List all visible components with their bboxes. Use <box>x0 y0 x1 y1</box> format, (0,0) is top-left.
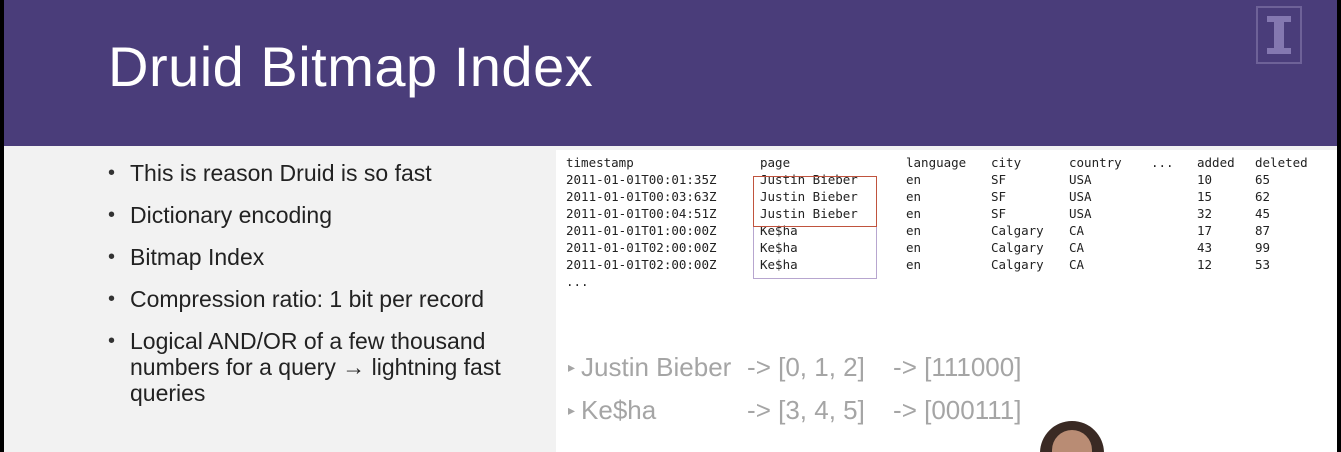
table-cell: SF <box>991 172 1007 187</box>
bullet-item: • Logical AND/OR of a few thousand number… <box>104 328 554 406</box>
table-cell: en <box>906 189 922 204</box>
table-row: 2011-01-01T02:00:00Z Ke$ha en Calgary CA… <box>566 239 1315 256</box>
table-cell: en <box>906 172 922 187</box>
column-header: ... <box>1151 155 1174 170</box>
table-row: 2011-01-01T00:01:35Z Justin Bieber en SF… <box>566 171 1315 188</box>
table-cell: 2011-01-01T00:04:51Z <box>566 206 717 221</box>
column-header: page <box>760 155 791 170</box>
table-cell: SF <box>991 206 1007 221</box>
bullet-dot: • <box>108 204 116 226</box>
table-cell <box>1151 239 1197 256</box>
table-cell <box>1151 205 1197 222</box>
table-cell: 2011-01-01T01:00:00Z <box>566 223 717 238</box>
bullet-dot: • <box>108 288 116 310</box>
bullet-item: • This is reason Druid is so fast <box>104 160 554 186</box>
kesha-highlight-box <box>753 227 877 279</box>
table-cell: USA <box>1069 189 1092 204</box>
table-cell: 62 <box>1255 189 1271 204</box>
column-header: city <box>991 155 1022 170</box>
mapping-bitmap: -> [111000] <box>893 352 1022 382</box>
table-cell: CA <box>1069 240 1085 255</box>
table-row: 2011-01-01T01:00:00Z Ke$ha en Calgary CA… <box>566 222 1315 239</box>
table-cell: en <box>906 240 922 255</box>
column-header: language <box>906 155 967 170</box>
table-cell: 65 <box>1255 172 1271 187</box>
table-cell: Calgary <box>991 240 1044 255</box>
table-row: 2011-01-01T00:04:51Z Justin Bieber en SF… <box>566 205 1315 222</box>
column-header: country <box>1069 155 1122 170</box>
table-cell: USA <box>1069 172 1092 187</box>
table-row: 2011-01-01T00:03:63Z Justin Bieber en SF… <box>566 188 1315 205</box>
bullet-item: • Compression ratio: 1 bit per record <box>104 286 554 312</box>
illinois-i-icon <box>1267 16 1291 54</box>
slide-title: Druid Bitmap Index <box>108 35 594 98</box>
bullet-item: • Bitmap Index <box>104 244 554 270</box>
university-logo <box>1256 6 1302 64</box>
column-header: deleted <box>1255 155 1308 170</box>
column-header: added <box>1197 155 1235 170</box>
table-row-ellipsis: ... <box>566 273 1315 290</box>
table-cell: 53 <box>1255 257 1271 272</box>
table-cell: 32 <box>1197 206 1213 221</box>
table-cell <box>1151 222 1197 239</box>
table-cell: 15 <box>1197 189 1213 204</box>
table-cell: 10 <box>1197 172 1213 187</box>
table-cell: Calgary <box>991 257 1044 272</box>
table-cell <box>1151 256 1197 273</box>
data-table: timestamp page language city country ...… <box>566 154 1315 290</box>
table-cell: CA <box>1069 223 1085 238</box>
table-cell: 87 <box>1255 223 1271 238</box>
table-cell: en <box>906 257 922 272</box>
slide-header: Druid Bitmap Index <box>4 0 1337 146</box>
justin-bieber-highlight-box <box>753 176 877 227</box>
bitmap-example-panel: timestamp page language city country ...… <box>556 150 1337 452</box>
table-cell <box>1151 188 1197 205</box>
table-ellipsis: ... <box>566 274 589 289</box>
table-cell: 12 <box>1197 257 1213 272</box>
table-cell: 43 <box>1197 240 1213 255</box>
table-cell: USA <box>1069 206 1092 221</box>
table-cell: 45 <box>1255 206 1271 221</box>
table-cell: 2011-01-01T02:00:00Z <box>566 240 717 255</box>
table-cell: SF <box>991 189 1007 204</box>
table-cell: Calgary <box>991 223 1044 238</box>
table-header-row: timestamp page language city country ...… <box>566 154 1315 171</box>
mapping-bitmap: -> [000111] <box>893 395 1022 425</box>
bitmap-mapping-row: ▸ Justin Bieber -> [0, 1, 2] -> [111000] <box>568 350 1021 384</box>
bullet-text: Dictionary encoding <box>130 202 333 228</box>
table-cell <box>1151 171 1197 188</box>
table-cell: 2011-01-01T00:03:63Z <box>566 189 717 204</box>
bullet-text: Logical AND/OR of a few thousand numbers… <box>130 328 501 406</box>
bullet-text: Bitmap Index <box>130 244 265 270</box>
slide: Druid Bitmap Index • This is reason Druid… <box>4 0 1337 452</box>
table-cell: CA <box>1069 257 1085 272</box>
mapping-row-ids: -> [0, 1, 2] <box>747 352 865 382</box>
mapping-value-name: Ke$ha <box>581 395 657 425</box>
bullet-text: This is reason Druid is so fast <box>130 160 432 186</box>
table-cell: en <box>906 206 922 221</box>
triangle-bullet-icon: ▸ <box>568 359 576 375</box>
column-header: timestamp <box>566 155 634 170</box>
bullet-dot: • <box>108 246 116 268</box>
table-cell: 2011-01-01T02:00:00Z <box>566 257 717 272</box>
bullet-dot: • <box>108 162 116 184</box>
table-cell: 99 <box>1255 240 1271 255</box>
table-row: 2011-01-01T02:00:00Z Ke$ha en Calgary CA… <box>566 256 1315 273</box>
bullet-list: • This is reason Druid is so fast • Dictio… <box>104 160 554 422</box>
table-cell: 2011-01-01T00:01:35Z <box>566 172 717 187</box>
table-cell: 17 <box>1197 223 1213 238</box>
bullet-text: Compression ratio: 1 bit per record <box>130 286 485 312</box>
triangle-bullet-icon: ▸ <box>568 402 576 418</box>
bitmap-mapping-row: ▸ Ke$ha -> [3, 4, 5] -> [000111] <box>568 393 1021 427</box>
mapping-value-name: Justin Bieber <box>581 352 732 382</box>
table-cell: en <box>906 223 922 238</box>
mapping-row-ids: -> [3, 4, 5] <box>747 395 865 425</box>
bullet-item: • Dictionary encoding <box>104 202 554 228</box>
bullet-dot: • <box>108 330 116 352</box>
